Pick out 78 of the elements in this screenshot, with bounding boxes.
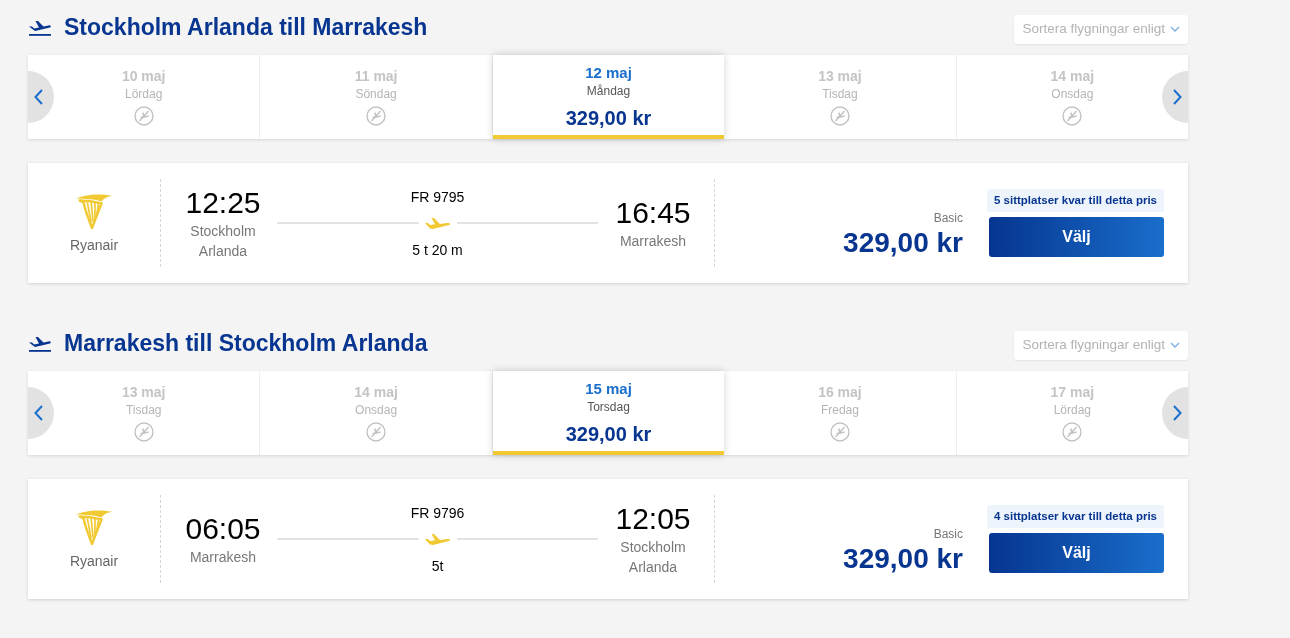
no-flight-icon	[133, 106, 154, 126]
weekday-label: Tisdag	[822, 86, 858, 102]
date-label: 16 maj	[818, 383, 862, 402]
price-label: 329,00 kr	[565, 106, 652, 131]
no-flight-icon	[366, 422, 387, 442]
plane-icon	[424, 216, 451, 230]
price-label: 329,00 kr	[843, 542, 963, 576]
seats-left-badge: 4 sittplatser kvar till detta pris	[987, 505, 1164, 528]
no-flight-icon	[1062, 106, 1083, 126]
date-tab[interactable]: 10 maj Lördag	[28, 55, 261, 139]
chevron-right-icon	[1173, 89, 1182, 105]
plane-takeoff-icon	[28, 334, 52, 352]
sort-dropdown[interactable]: Sortera flygningar enligt	[1014, 330, 1188, 360]
date-label: 13 maj	[818, 67, 862, 86]
weekday-label: Torsdag	[587, 399, 630, 415]
date-label: 13 maj	[121, 383, 166, 402]
date-tab[interactable]: 13 maj Tisdag	[28, 371, 261, 455]
date-label: 14 maj	[1050, 67, 1095, 86]
select-button[interactable]: Välj	[989, 533, 1164, 573]
no-flight-icon	[133, 422, 154, 442]
sort-dropdown[interactable]: Sortera flygningar enligt	[1014, 14, 1188, 44]
no-flight-icon	[829, 422, 850, 442]
plane-takeoff-icon	[28, 18, 52, 36]
weekday-label: Onsdag	[1051, 86, 1094, 102]
plane-icon	[424, 532, 451, 546]
harp-logo-icon	[75, 191, 113, 229]
time-label: 06:05	[185, 511, 261, 547]
flight-number: FR 9796	[410, 503, 465, 523]
weekday-label: Tisdag	[125, 402, 162, 418]
date-label: 10 maj	[121, 67, 166, 86]
no-flight-icon	[1062, 422, 1083, 442]
date-tab[interactable]: 16 maj Fredag	[724, 371, 957, 455]
airline-name: Ryanair	[69, 552, 119, 571]
date-tab[interactable]: 11 maj Söndag	[260, 55, 493, 139]
fare-label: Basic	[933, 210, 963, 226]
no-flight-icon	[366, 106, 387, 126]
weekday-label: Onsdag	[355, 402, 398, 418]
date-label: 15 maj	[585, 379, 632, 399]
fare-label: Basic	[933, 526, 963, 542]
route-title: Marrakesh till Stockholm Arlanda	[64, 329, 428, 358]
weekday-label: Fredag	[820, 402, 859, 418]
chevron-left-icon	[34, 405, 43, 421]
weekday-label: Måndag	[586, 83, 631, 99]
price-label: 329,00 kr	[565, 422, 652, 447]
no-flight-icon	[829, 106, 850, 126]
airport-name: Marrakesh	[189, 548, 257, 567]
weekday-label: Söndag	[355, 86, 397, 102]
date-label: 14 maj	[354, 383, 398, 402]
flight-number: FR 9795	[410, 187, 465, 207]
date-tab[interactable]: 13 maj Tisdag	[724, 55, 957, 139]
time-label: 12:25	[185, 185, 261, 221]
duration-label: 5t	[431, 556, 444, 576]
duration-label: 5 t 20 m	[412, 240, 463, 260]
airport-name: Stockholm Arlanda	[619, 538, 687, 577]
time-label: 12:05	[615, 501, 691, 537]
date-tab[interactable]: 12 maj Måndag 329,00 kr	[492, 55, 725, 139]
time-label: 16:45	[615, 195, 691, 231]
select-button[interactable]: Välj	[989, 217, 1164, 257]
chevron-down-icon	[1170, 342, 1180, 348]
date-tab[interactable]: 17 maj Lördag	[956, 371, 1189, 455]
date-tab[interactable]: 14 maj Onsdag	[956, 55, 1189, 139]
date-tab[interactable]: 15 maj Torsdag 329,00 kr	[492, 371, 725, 455]
weekday-label: Lördag	[125, 86, 163, 102]
price-label: 329,00 kr	[843, 226, 963, 260]
airline-name: Ryanair	[69, 236, 119, 255]
harp-logo-icon	[75, 507, 113, 545]
date-label: 11 maj	[354, 67, 398, 86]
route-title: Stockholm Arlanda till Marrakesh	[64, 13, 428, 42]
chevron-right-icon	[1173, 405, 1182, 421]
date-tab[interactable]: 14 maj Onsdag	[260, 371, 493, 455]
chevron-down-icon	[1170, 26, 1180, 32]
chevron-left-icon	[34, 89, 43, 105]
weekday-label: Lördag	[1053, 402, 1091, 418]
airport-name: Stockholm Arlanda	[189, 222, 257, 261]
seats-left-badge: 5 sittplatser kvar till detta pris	[987, 189, 1164, 212]
date-label: 17 maj	[1050, 383, 1095, 402]
date-label: 12 maj	[585, 63, 632, 83]
airport-name: Marrakesh	[619, 232, 687, 251]
